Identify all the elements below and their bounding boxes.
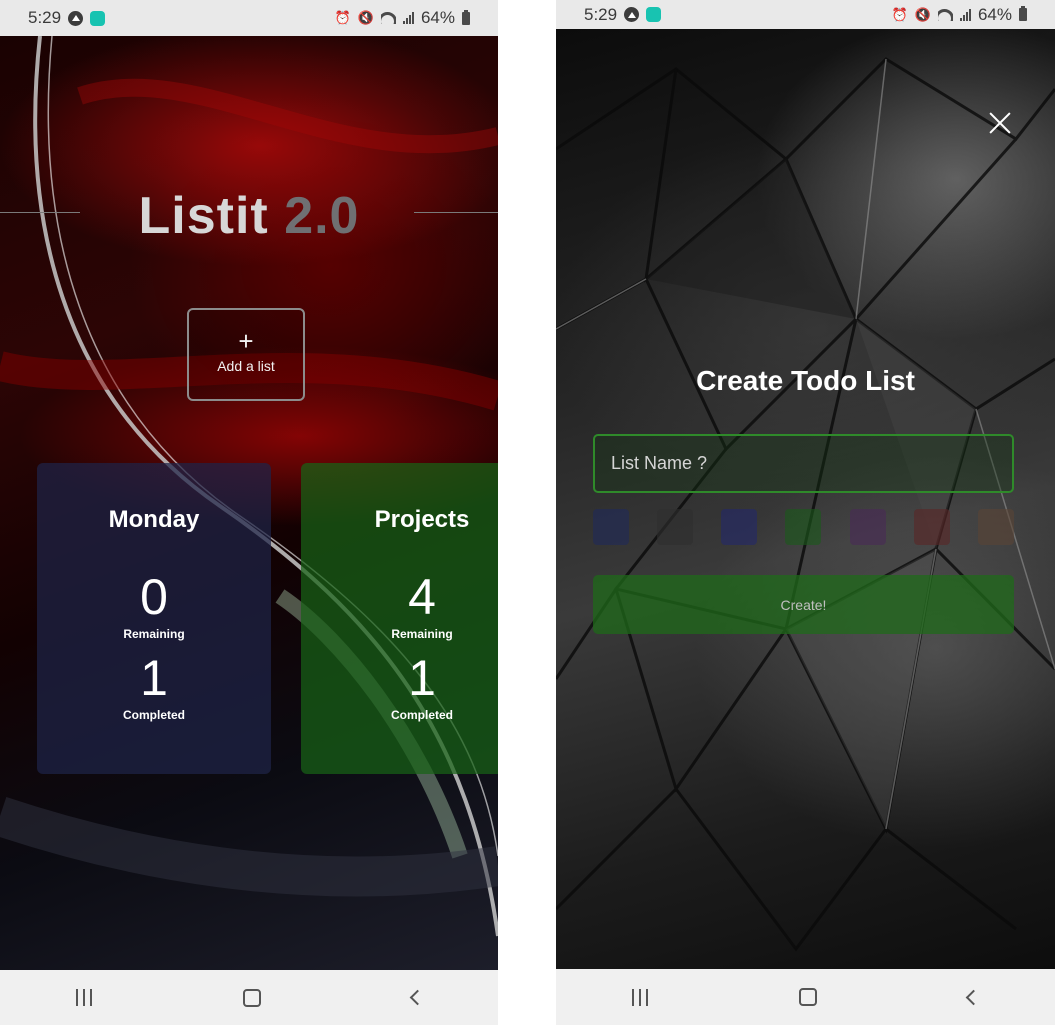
- color-swatch-5[interactable]: [849, 509, 886, 545]
- list-name-input[interactable]: [593, 434, 1014, 493]
- mute-icon: 🔇: [914, 6, 931, 22]
- phone-screen-create: 5:29 ⏰ 🔇 64% Create Todo List List Name …: [556, 0, 1055, 1025]
- completed-label: Completed: [390, 708, 453, 722]
- remaining-count: 0: [140, 569, 168, 625]
- app-notification-icon-2: [646, 7, 662, 22]
- list-title: Projects: [374, 506, 470, 533]
- app-version: 2.0: [284, 187, 360, 245]
- battery-icon: [1019, 6, 1027, 21]
- system-nav-bar: [0, 970, 498, 1025]
- wifi-icon: [380, 12, 396, 24]
- modal-title: Create Todo List: [696, 365, 915, 396]
- remaining-label: Remaining: [391, 627, 453, 641]
- list-card-projects[interactable]: Projects 4 Remaining 1 Completed: [301, 463, 498, 774]
- app-name: Listit: [138, 187, 269, 245]
- recents-icon[interactable]: [631, 988, 648, 1006]
- battery-percent: 64%: [977, 4, 1012, 24]
- list-title: Monday: [108, 506, 200, 533]
- home-icon[interactable]: [798, 988, 817, 1006]
- back-icon[interactable]: [966, 989, 982, 1005]
- status-bar: 5:29 ⏰ 🔇 64%: [0, 0, 498, 36]
- back-icon[interactable]: [409, 989, 425, 1006]
- add-list-button[interactable]: + Add a list: [187, 308, 305, 401]
- remaining-count: 4: [408, 569, 436, 625]
- mute-icon: 🔇: [357, 10, 374, 25]
- color-picker: [593, 509, 1014, 545]
- close-icon[interactable]: [988, 111, 1012, 135]
- create-button[interactable]: Create!: [593, 575, 1014, 634]
- app-title: Listit 2.0: [0, 186, 498, 246]
- status-time: 5:29: [28, 8, 62, 27]
- color-swatch-1[interactable]: [593, 509, 629, 545]
- battery-icon: [462, 9, 470, 25]
- create-list-modal: Create Todo List Create!: [556, 29, 1055, 969]
- color-swatch-6[interactable]: [913, 509, 950, 545]
- wifi-icon: [937, 8, 953, 21]
- color-swatch-3[interactable]: [721, 509, 758, 545]
- alarm-icon: ⏰: [334, 10, 351, 25]
- completed-label: Completed: [122, 708, 185, 722]
- home-content: Listit 2.0 + Add a list Monday 0 Remaini…: [0, 36, 498, 970]
- color-swatch-7[interactable]: [977, 509, 1014, 545]
- background-image: [556, 29, 1055, 969]
- signal-icon: [959, 8, 971, 21]
- remaining-label: Remaining: [123, 627, 185, 641]
- status-time: 5:29: [584, 4, 618, 24]
- completed-count: 1: [408, 650, 436, 706]
- battery-percent: 64%: [420, 8, 455, 27]
- alarm-icon: ⏰: [891, 6, 908, 22]
- recents-icon[interactable]: [75, 989, 92, 1006]
- list-card-monday[interactable]: Monday 0 Remaining 1 Completed: [37, 463, 271, 774]
- color-swatch-4[interactable]: [785, 509, 822, 545]
- add-list-label: Add a list: [217, 358, 275, 374]
- app-notification-icon: [624, 7, 640, 22]
- status-bar: 5:29 ⏰ 🔇 64%: [556, 0, 1055, 29]
- phone-screen-home: 5:29 ⏰ 🔇 64% Listit 2.0 + Add a list Mon…: [0, 0, 498, 1025]
- system-nav-bar: [556, 969, 1055, 1025]
- signal-icon: [402, 12, 414, 24]
- home-icon[interactable]: [242, 988, 261, 1007]
- color-swatch-2[interactable]: [657, 509, 694, 545]
- app-notification-icon-2: [90, 10, 106, 26]
- app-notification-icon: [68, 10, 84, 26]
- completed-count: 1: [140, 650, 168, 706]
- plus-icon: +: [238, 326, 254, 356]
